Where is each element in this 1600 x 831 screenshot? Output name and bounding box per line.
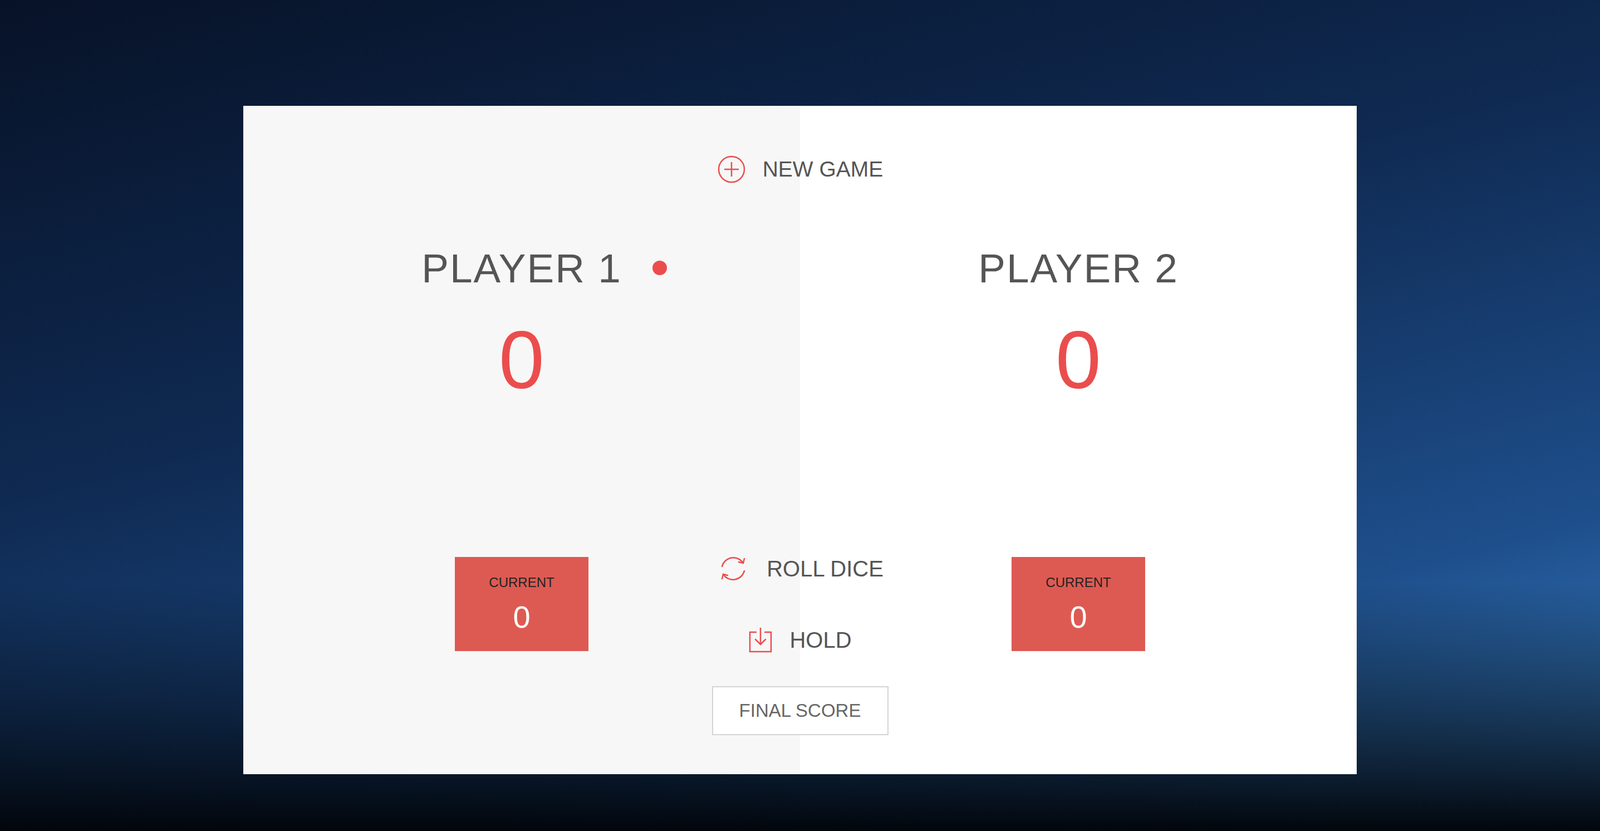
game-board: PLAYER 1 0 CURRENT0 PLAYER 2 0 CURRENT0 NEW G…: [243, 105, 1357, 774]
player-name: PLAYER 1: [421, 245, 622, 291]
new-game-button[interactable]: NEW GAME: [717, 154, 884, 184]
roll-dice-button[interactable]: ROLL DICE: [716, 553, 884, 583]
player-name: PLAYER 2: [978, 245, 1179, 291]
final-score-input[interactable]: [712, 685, 889, 735]
controls: NEW GAME ROLL DICE HOLD: [660, 105, 940, 774]
player-panel: PLAYER 2 0 CURRENT0: [800, 105, 1357, 774]
player-panel: PLAYER 1 0 CURRENT0: [243, 105, 800, 774]
current-box: CURRENT0: [1011, 556, 1146, 651]
player-score: 0: [498, 318, 545, 401]
download-icon: [748, 626, 773, 654]
current-box: CURRENT0: [454, 556, 589, 651]
refresh-icon: [716, 553, 750, 583]
plus-circle-icon: [717, 154, 746, 184]
hold-button[interactable]: HOLD: [748, 625, 852, 655]
active-dot: [652, 260, 667, 276]
player-score: 0: [1055, 318, 1102, 401]
